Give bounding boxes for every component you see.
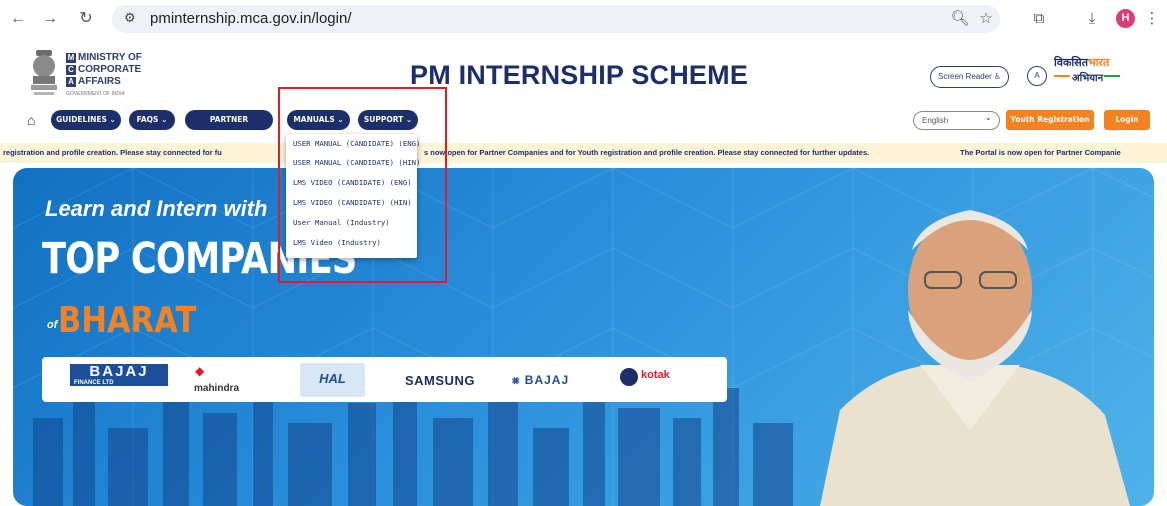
kotak-icon [620,368,638,386]
profile-avatar[interactable]: H [1116,9,1135,28]
ticker-segment-3: The Portal is now open for Partner Compa… [960,148,1121,157]
kotak-logo: kotak [641,369,670,381]
viksit-bharat-word: भारत [1087,56,1110,69]
bookmark-star-icon[interactable]: ☆ [976,9,996,29]
nav-guidelines-label: GUIDELINES [56,115,107,124]
screen-reader-label: Screen Reader [938,72,992,81]
viksit-stripe-right [1104,75,1120,77]
bajaj-finance-logo: BAJAJ FINANCE LTD [70,364,168,386]
login-button[interactable]: Login [1104,110,1150,130]
viksit-bharat-logo: विकसितभारत अभियान [1052,55,1122,93]
ministry-m-box: M [66,53,76,63]
nav-faqs-label: FAQS [136,115,159,124]
back-icon[interactable]: ← [8,9,28,29]
ministry-a-box: A [66,77,76,87]
viksit-stripe-left [1054,75,1070,77]
screen-reader-button[interactable]: Screen Reader ♿︎ [930,66,1010,88]
home-icon[interactable]: ⌂ [27,112,35,128]
ticker-segment-1: registration and profile creation. Pleas… [3,148,222,157]
hero-tagline: Learn and Intern with [45,196,268,221]
samsung-logo: SAMSUNG [405,373,475,388]
more-menu-icon[interactable]: ⋮ [1142,9,1162,29]
ministry-logo: M MINISTRY OF C CORPORATE A AFFAIRS [66,52,142,88]
highlight-box [278,87,447,283]
mahindra-icon: ◆ [195,364,205,378]
nav-guidelines[interactable]: GUIDELINES ⌄ [51,110,121,130]
ministry-line3: AFFAIRS [78,76,121,87]
chevron-down-icon: ⌄ [985,113,992,122]
zoom-icon[interactable]: 🔍︎ [950,9,970,29]
bajaj-finance-sub: FINANCE LTD [74,380,114,386]
hal-logo: HAL [300,363,365,397]
accessibility-icon: ♿︎ [994,72,1002,81]
ticker-segment-2: s now open for Partner Companies and for… [424,148,870,157]
viksit-word: विकसित [1054,56,1088,69]
bajaj-label: BAJAJ [524,373,570,387]
abhiyan-word: अभियान [1072,73,1104,84]
mahindra-logo: mahindra [194,383,240,394]
font-size-button[interactable]: A [1027,66,1047,86]
extensions-icon[interactable]: ⧉ [1029,9,1049,29]
youth-registration-button[interactable]: Youth Registration [1006,110,1094,130]
url-text[interactable]: pminternship.mca.gov.in/login/ [150,10,352,27]
hero-of: of [47,319,58,331]
government-label: GOVERNMENT OF INDIA [66,91,125,97]
bajaj-logo: ⨳ BAJAJ [512,373,570,387]
browser-toolbar: ← → ↻ ⚙ pminternship.mca.gov.in/login/ 🔍… [0,0,1167,38]
ministry-line2: CORPORATE [78,64,142,75]
reload-icon[interactable]: ↻ [76,9,96,29]
page-title: PM INTERNSHIP SCHEME [410,60,749,90]
ministry-c-box: C [66,65,76,75]
national-emblem-icon [31,50,57,95]
forward-icon[interactable]: → [40,9,60,29]
bajaj-finance-label: BAJAJ [89,363,149,380]
ministry-line1: MINISTRY OF [78,52,142,63]
download-icon[interactable]: ⤓ [1082,9,1102,29]
portrait-image [820,210,1130,506]
nav-faqs[interactable]: FAQS ⌄ [129,110,175,130]
hero-bharat: BHARAT [58,300,197,341]
site-info-icon[interactable]: ⚙ [124,10,136,26]
announcement-ticker: registration and profile creation. Pleas… [0,143,1167,163]
nav-partner-companies[interactable]: PARTNER COMPANIES [185,110,273,144]
